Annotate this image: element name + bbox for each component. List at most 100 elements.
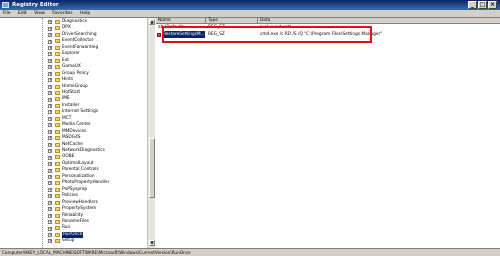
minimize-button[interactable]: _ xyxy=(468,1,477,9)
tree-item-label: Ext xyxy=(62,57,69,63)
window-title: Registry Editor xyxy=(12,2,59,8)
menu-bar: File Edit View Favorites Help xyxy=(0,10,500,18)
folder-icon xyxy=(55,45,60,50)
string-value-icon xyxy=(157,32,161,37)
expand-icon[interactable]: + xyxy=(48,200,52,205)
registry-tree[interactable]: + Diagnostics + DPX + DriverSearching + EventCo… xyxy=(0,18,155,248)
menu-file[interactable]: File xyxy=(3,11,11,16)
expand-icon[interactable]: + xyxy=(48,116,52,121)
status-path: Computer\HKEY_LOCAL_MACHINE\SOFTWARE\Mic… xyxy=(2,250,191,255)
expand-icon[interactable]: + xyxy=(48,78,52,83)
tree-item-label: PropertySystem xyxy=(62,206,97,212)
folder-icon xyxy=(55,116,60,121)
expand-icon[interactable]: + xyxy=(48,20,52,25)
scroll-up-arrow[interactable]: ▲ xyxy=(149,19,155,25)
expand-icon[interactable]: + xyxy=(48,65,52,70)
expand-icon[interactable]: + xyxy=(48,168,52,173)
tree-scrollbar[interactable]: ▲ ▼ xyxy=(147,18,155,248)
expand-icon[interactable]: + xyxy=(48,33,52,38)
tree-item-label: NetCache xyxy=(62,141,83,147)
folder-icon xyxy=(55,219,60,224)
expand-icon[interactable]: + xyxy=(48,181,52,186)
expand-icon[interactable]: + xyxy=(48,142,52,147)
scroll-down-arrow[interactable]: ▼ xyxy=(149,240,155,246)
expand-icon[interactable]: + xyxy=(48,71,52,76)
tree-item-label: GameUX xyxy=(62,64,81,70)
title-bar: Registry Editor _ □ × xyxy=(0,0,500,10)
folder-icon xyxy=(55,149,60,153)
tree-item-label: HomeGroup xyxy=(62,83,88,89)
close-button[interactable]: × xyxy=(488,1,497,9)
scroll-thumb[interactable] xyxy=(149,138,155,198)
folder-icon xyxy=(55,187,60,192)
folder-icon xyxy=(55,84,60,89)
folder-icon xyxy=(55,207,60,212)
expand-icon[interactable]: + xyxy=(48,136,52,141)
tree-item-label: Run xyxy=(62,225,71,231)
folder-icon xyxy=(55,32,60,37)
folder-icon xyxy=(55,142,60,147)
annotation-highlight-box xyxy=(162,26,372,43)
folder-icon xyxy=(55,232,60,237)
folder-icon xyxy=(55,174,60,179)
expand-icon[interactable]: + xyxy=(48,194,52,199)
folder-icon xyxy=(55,52,60,57)
expand-icon[interactable]: + xyxy=(48,149,52,154)
expand-icon[interactable]: + xyxy=(48,26,52,31)
folder-icon xyxy=(55,181,60,186)
tree-item-label: PhotoPropertyHandler xyxy=(62,180,110,186)
tree-item-label: PreviewHandlers xyxy=(62,199,98,205)
expand-icon[interactable]: + xyxy=(48,39,52,44)
expand-icon[interactable]: + xyxy=(48,104,52,109)
menu-favorites[interactable]: Favorites xyxy=(52,11,72,16)
folder-icon xyxy=(55,136,60,141)
folder-icon xyxy=(55,58,60,63)
registry-icon xyxy=(2,2,9,8)
expand-icon[interactable]: + xyxy=(48,155,52,160)
tree-guide-line xyxy=(42,18,43,248)
tree-item-label: OOBE xyxy=(62,154,75,160)
expand-icon[interactable]: + xyxy=(48,58,52,63)
expand-icon[interactable]: + xyxy=(48,52,52,57)
tree-item-label: IME xyxy=(62,96,70,102)
folder-icon xyxy=(55,129,60,134)
folder-icon xyxy=(55,161,60,166)
values-list[interactable]: Name Type Data ab (Default) REG_SZ (valu… xyxy=(156,18,500,248)
expand-icon[interactable]: + xyxy=(48,162,52,167)
folder-icon xyxy=(55,26,60,31)
expand-icon[interactable]: + xyxy=(48,129,52,134)
expand-icon[interactable]: + xyxy=(48,213,52,218)
tree-item-label: Explorer xyxy=(62,51,80,57)
tree-item-label: Policies xyxy=(62,193,78,199)
menu-help[interactable]: Help xyxy=(80,11,90,16)
tree-item-label: Internet Settings xyxy=(62,109,99,115)
folder-icon xyxy=(55,239,60,244)
tree-item-label: EventCollector xyxy=(62,38,94,44)
folder-icon xyxy=(55,97,60,102)
tree-item-label: Media Center xyxy=(62,122,91,128)
folder-icon xyxy=(55,123,60,128)
expand-icon[interactable]: + xyxy=(48,174,52,179)
folder-icon xyxy=(55,194,60,199)
expand-icon[interactable]: + xyxy=(48,239,52,244)
expand-icon[interactable]: + xyxy=(48,187,52,192)
folder-icon xyxy=(55,168,60,173)
folder-icon xyxy=(55,78,60,83)
expand-icon[interactable]: + xyxy=(48,220,52,225)
expand-icon[interactable]: + xyxy=(48,226,52,231)
expand-icon[interactable]: + xyxy=(48,207,52,212)
folder-icon xyxy=(55,65,60,70)
maximize-button[interactable]: □ xyxy=(478,1,487,9)
expand-icon[interactable]: + xyxy=(48,233,52,238)
folder-icon xyxy=(55,71,60,76)
expand-icon[interactable]: + xyxy=(48,110,52,115)
tree-item-label: DPX xyxy=(62,25,71,31)
expand-icon[interactable]: + xyxy=(48,45,52,50)
expand-icon[interactable]: + xyxy=(48,123,52,128)
expand-icon[interactable]: + xyxy=(48,84,52,89)
tree-item-label: Reliability xyxy=(62,212,83,218)
menu-view[interactable]: View xyxy=(34,11,45,16)
expand-icon[interactable]: + xyxy=(48,91,52,96)
expand-icon[interactable]: + xyxy=(48,97,52,102)
menu-edit[interactable]: Edit xyxy=(18,11,27,16)
